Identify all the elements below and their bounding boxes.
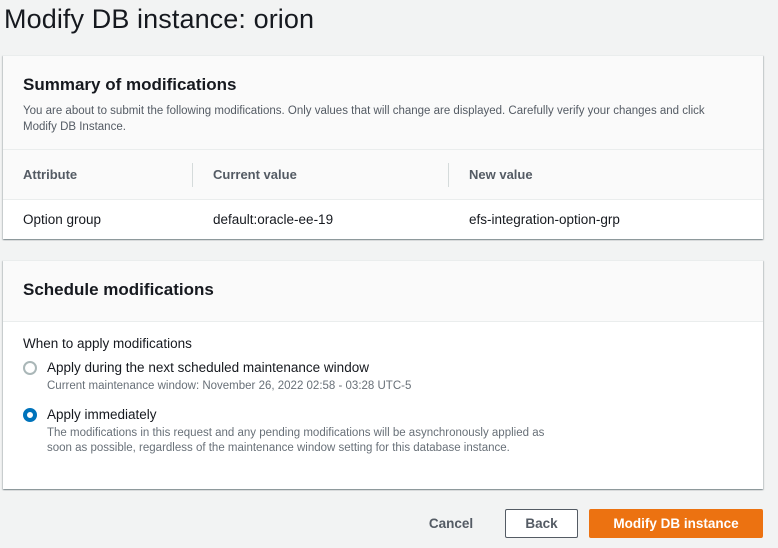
radio-apply-immediately[interactable] <box>23 408 37 422</box>
schedule-header: Schedule modifications <box>3 261 763 322</box>
cell-new-value: efs-integration-option-grp <box>469 212 620 227</box>
column-divider <box>448 163 449 187</box>
back-button[interactable]: Back <box>505 509 578 538</box>
radio-label-apply-immediately[interactable]: Apply immediately <box>47 406 743 424</box>
page-title: Modify DB instance: orion <box>4 4 315 34</box>
radio-option-apply-immediately[interactable]: Apply immediately The modifications in t… <box>23 406 743 456</box>
table-row: Option group default:oracle-ee-19 efs-in… <box>3 200 763 240</box>
radio-option-maintenance-window[interactable]: Apply during the next scheduled maintena… <box>23 359 743 394</box>
summary-heading: Summary of modifications <box>23 75 237 94</box>
column-divider <box>192 163 193 187</box>
summary-header: Summary of modifications You are about t… <box>3 56 763 150</box>
column-header-attribute: Attribute <box>23 167 78 182</box>
radio-description-apply-immediately: The modifications in this request and an… <box>47 427 545 454</box>
modify-db-instance-button[interactable]: Modify DB instance <box>589 509 763 538</box>
radio-maintenance-window[interactable] <box>23 361 37 375</box>
table-header: Attribute Current value New value <box>3 150 763 200</box>
schedule-heading: Schedule modifications <box>23 280 214 299</box>
summary-description: You are about to submit the following mo… <box>23 105 705 133</box>
cell-attribute: Option group <box>23 212 102 227</box>
schedule-body: When to apply modifications Apply during… <box>3 322 763 456</box>
when-to-apply-label: When to apply modifications <box>23 336 192 351</box>
cancel-button[interactable]: Cancel <box>418 509 484 538</box>
schedule-panel: Schedule modifications When to apply mod… <box>3 260 763 489</box>
column-header-current-value: Current value <box>213 167 297 182</box>
radio-label-maintenance-window[interactable]: Apply during the next scheduled maintena… <box>47 359 743 377</box>
radio-description-maintenance-window: Current maintenance window: November 26,… <box>47 380 412 392</box>
column-header-new-value: New value <box>469 167 533 182</box>
cell-current-value: default:oracle-ee-19 <box>213 212 334 227</box>
summary-panel: Summary of modifications You are about t… <box>3 55 763 239</box>
